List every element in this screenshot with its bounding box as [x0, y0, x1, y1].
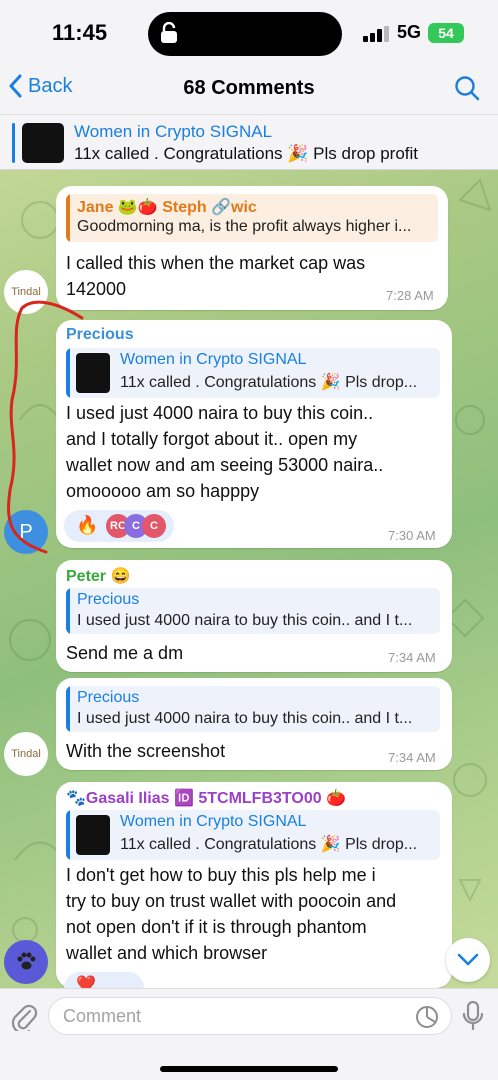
reaction-emoji: ❤️ [76, 976, 96, 988]
reply-thumbnail [76, 815, 110, 855]
message-text-line: omooooo am so happpy [66, 481, 260, 501]
reply-accent-bar [66, 588, 70, 634]
message-sender: 🐾Gasali Ilias 🆔 5TCMLFB3TO00 🍅 [66, 790, 346, 807]
page-title: 68 Comments [183, 77, 315, 99]
reply-text: I used just 4000 naira to buy this coin.… [77, 612, 413, 629]
search-icon[interactable] [454, 75, 480, 101]
status-bar: 11:45 5G 54 [0, 0, 498, 62]
reply-title: Women in Crypto SIGNAL [120, 351, 307, 368]
reply-accent-bar [66, 810, 70, 860]
red-annotation-stroke [7, 300, 84, 554]
message-bubble[interactable]: Peter 😄 Precious I used just 4000 naira … [56, 560, 452, 672]
reply-accent-bar [66, 686, 70, 732]
scroll-down-icon [457, 953, 479, 966]
message-bubble[interactable]: 🐾Gasali Ilias 🆔 5TCMLFB3TO00 🍅 Women in … [56, 782, 452, 988]
message-sender: Peter 😄 [66, 568, 131, 585]
message-bubble[interactable]: Precious I used just 4000 naira to buy t… [56, 678, 452, 770]
pinned-accent-bar [12, 123, 15, 163]
reply-title: Precious [77, 591, 140, 608]
message-text-line: and I totally forgot about it.. open my [66, 429, 358, 449]
battery-indicator: 54 [428, 23, 464, 43]
message-time: 7:30 AM [388, 528, 436, 543]
reply-preview[interactable]: Women in Crypto SIGNAL 11x called . Cong… [66, 810, 440, 860]
paw-icon [17, 952, 36, 970]
reply-text: Goodmorning ma, is the profit always hig… [77, 218, 412, 235]
scroll-down-button[interactable] [446, 938, 490, 982]
reaction-chip[interactable]: ❤️ [64, 972, 144, 988]
reply-preview[interactable]: Jane 🐸🍅 Steph 🔗wic Goodmorning ma, is th… [66, 194, 438, 242]
message-text-line: not open don't if it is through phantom [66, 917, 367, 937]
reply-preview[interactable]: Women in Crypto SIGNAL 11x called . Cong… [66, 348, 440, 398]
attachment-icon[interactable] [10, 1001, 38, 1031]
pinned-text: 11x called . Congratulations 🎉 Pls drop … [74, 144, 419, 163]
sticker-icon[interactable] [415, 1005, 439, 1029]
status-time: 11:45 [52, 20, 108, 45]
avatar[interactable]: Tindal [4, 732, 48, 776]
pinned-thumbnail [22, 123, 64, 163]
pinned-post[interactable]: Women in Crypto SIGNAL 11x called . Cong… [0, 114, 498, 170]
reply-sender: Jane 🐸🍅 Steph 🔗wic [77, 199, 257, 216]
message-bubble[interactable]: Precious Women in Crypto SIGNAL 11x call… [56, 320, 452, 548]
comment-field[interactable] [48, 997, 452, 1035]
message-time: 7:34 AM [388, 650, 436, 665]
avatar[interactable] [4, 940, 48, 984]
microphone-icon[interactable] [462, 1001, 484, 1031]
message-text-line: try to buy on trust wallet with poocoin … [66, 891, 397, 911]
comment-input[interactable] [63, 998, 393, 1034]
reply-accent-bar [66, 194, 70, 242]
lock-icon [161, 22, 177, 43]
message-bubble[interactable]: Jane 🐸🍅 Steph 🔗wic Goodmorning ma, is th… [56, 186, 448, 310]
reply-text: 11x called . Congratulations 🎉 Pls drop.… [120, 836, 418, 853]
pinned-title: Women in Crypto SIGNAL [74, 122, 273, 141]
message-time: 7:28 AM [386, 288, 434, 303]
message-text-line: I don't get how to buy this pls help me … [66, 865, 376, 885]
network-type: 5G [397, 22, 422, 42]
message-text-line: wallet and which browser [66, 943, 268, 963]
reply-title: Precious [77, 689, 140, 706]
reply-title: Women in Crypto SIGNAL [120, 813, 307, 830]
message-text-line: wallet now and am seeing 53000 naira.. [66, 455, 384, 475]
navigation-bar: Back 68 Comments [0, 62, 498, 114]
avatar-label: Tindal [11, 748, 41, 760]
reply-preview[interactable]: Precious I used just 4000 naira to buy t… [66, 686, 440, 732]
message-text-line: I used just 4000 naira to buy this coin.… [66, 403, 374, 423]
message-text-line: I called this when the market cap was [66, 253, 366, 273]
message-time: 7:34 AM [388, 750, 436, 765]
message-text: Send me a dm [66, 643, 184, 663]
reactor-avatar: C [142, 514, 166, 538]
message-text: With the screenshot [66, 741, 226, 761]
reply-text: 11x called . Congratulations 🎉 Pls drop.… [120, 374, 418, 391]
reply-preview[interactable]: Precious I used just 4000 naira to buy t… [66, 588, 440, 634]
home-indicator [160, 1066, 338, 1072]
signal-icon [363, 26, 389, 42]
reply-text: I used just 4000 naira to buy this coin.… [77, 710, 413, 727]
